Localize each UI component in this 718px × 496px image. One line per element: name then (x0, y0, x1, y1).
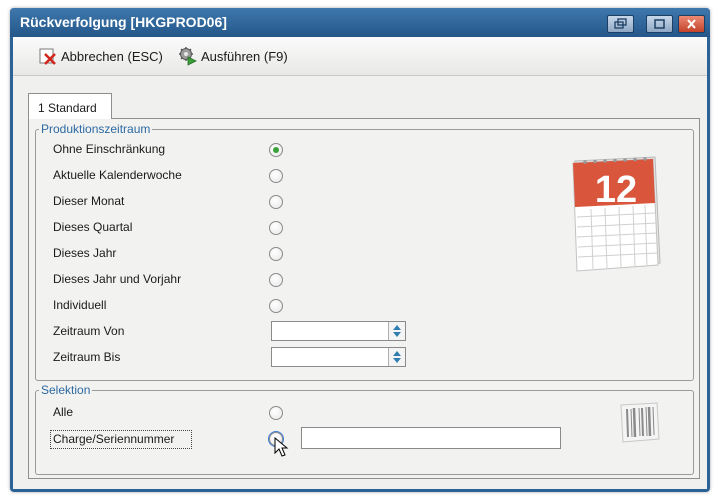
option-label-alle: Alle (53, 405, 74, 419)
zeitraum-bis-spinner[interactable] (388, 348, 405, 366)
tab-standard[interactable]: 1 Standard (28, 93, 112, 119)
restore-button[interactable] (607, 15, 634, 33)
option-label-ohne-einschraenkung: Ohne Einschränkung (53, 142, 166, 156)
zeitraum-von-label: Zeitraum Von (53, 324, 125, 338)
mouse-cursor-icon (274, 437, 289, 457)
radio-dieser-monat[interactable] (269, 195, 283, 209)
run-gear-icon (179, 47, 197, 66)
radio-dieses-jahr[interactable] (269, 247, 283, 261)
option-label-dieser-monat: Dieser Monat (53, 194, 125, 208)
cancel-button[interactable]: Abbrechen (ESC) (38, 46, 163, 66)
zeitraum-bis-field[interactable] (271, 347, 406, 367)
radio-ohne-einschraenkung[interactable] (269, 143, 283, 157)
red-x-icon (39, 48, 56, 65)
option-label-charge-seriennummer: Charge/Seriennummer (53, 432, 175, 446)
produktionszeitraum-legend: Produktionszeitraum (41, 122, 151, 136)
spin-updown-icon (393, 325, 401, 337)
charge-seriennummer-input[interactable] (301, 427, 561, 449)
toolbar: Abbrechen (ESC) Ausführen (F9) (13, 37, 707, 76)
radio-dieses-quartal[interactable] (269, 221, 283, 235)
option-label-dieses-quartal: Dieses Quartal (53, 220, 133, 234)
close-icon (687, 19, 696, 29)
zeitraum-bis-label: Zeitraum Bis (53, 350, 121, 364)
radio-individuell[interactable] (269, 299, 283, 313)
cancel-label: Abbrechen (ESC) (61, 48, 163, 64)
app-window: Rückverfolgung [HKGPROD06] Abbrechen (ES… (10, 8, 710, 492)
option-label-individuell: Individuell (53, 298, 107, 312)
zeitraum-von-spinner[interactable] (388, 322, 405, 340)
selektion-legend: Selektion (41, 383, 91, 397)
title-bar[interactable]: Rückverfolgung [HKGPROD06] (10, 8, 710, 37)
maximize-button[interactable] (646, 15, 673, 33)
zeitraum-von-field[interactable] (271, 321, 406, 341)
spin-updown-icon (393, 351, 401, 363)
execute-button[interactable]: Ausführen (F9) (178, 46, 288, 66)
tab-standard-label: 1 Standard (38, 101, 97, 115)
option-label-dieses-jahr: Dieses Jahr (53, 246, 117, 260)
close-button[interactable] (678, 15, 705, 33)
option-label-aktuelle-kalenderwoche: Aktuelle Kalenderwoche (53, 168, 182, 182)
calendar-number: 12 (594, 169, 638, 211)
execute-label: Ausführen (F9) (201, 48, 288, 64)
option-label-dieses-jahr-und-vorjahr: Dieses Jahr und Vorjahr (53, 272, 182, 286)
restore-icon (614, 18, 627, 29)
radio-aktuelle-kalenderwoche[interactable] (269, 169, 283, 183)
maximize-icon (654, 19, 665, 29)
tab-panel-standard: Produktionszeitraum Ohne Einschränkung A… (28, 118, 700, 479)
window-title: Rückverfolgung [HKGPROD06] (20, 14, 227, 30)
window-client: Abbrechen (ESC) Ausführen (F9) 1 Standar… (13, 37, 707, 489)
radio-alle[interactable] (269, 406, 283, 420)
barcode-icon (620, 402, 660, 443)
radio-dieses-jahr-und-vorjahr[interactable] (269, 273, 283, 287)
